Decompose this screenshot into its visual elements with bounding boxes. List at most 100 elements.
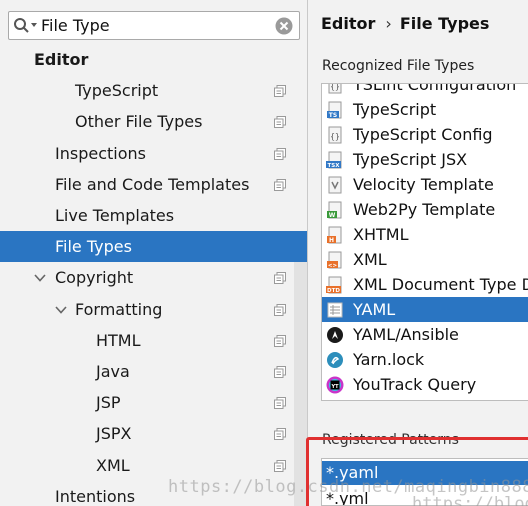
tree-item-file-types[interactable]: File Types	[0, 231, 307, 263]
registered-patterns-list[interactable]: *.yaml *.yml	[321, 458, 528, 506]
tree-item-live-templates[interactable]: Live Templates	[0, 200, 307, 231]
chevron-down-icon[interactable]	[55, 304, 67, 316]
file-type-item[interactable]: YAML	[322, 297, 528, 322]
file-type-item[interactable]: TSX TypeScript JSX	[322, 147, 528, 172]
file-type-item[interactable]: Yarn.lock	[322, 347, 528, 372]
yarn-icon	[327, 352, 343, 368]
clear-search-icon[interactable]	[275, 17, 293, 35]
ansible-icon	[327, 327, 343, 343]
tree-item-label: JSPX	[96, 424, 132, 444]
svg-text:H: H	[329, 237, 334, 244]
tree-item-label: Live Templates	[55, 206, 175, 225]
file-type-name: Velocity Template	[353, 175, 494, 194]
tree-item-label: Formatting	[75, 299, 163, 319]
tree-item-label: XML	[96, 455, 130, 475]
file-type-name: TypeScript Config	[353, 125, 493, 144]
yaml-icon	[327, 302, 343, 318]
file-type-item[interactable]: {} TypeScript Config	[322, 122, 528, 147]
project-settings-icon	[274, 272, 286, 285]
tree-item-jsp[interactable]: JSP	[0, 387, 307, 418]
project-settings-icon	[274, 428, 286, 441]
pattern-item[interactable]: *.yml	[322, 487, 528, 505]
youtrack-icon: YT	[326, 376, 344, 394]
svg-text:YT: YT	[330, 384, 339, 390]
dtd-icon: DTD	[326, 276, 342, 294]
file-type-item[interactable]: <> XML	[322, 247, 528, 272]
xml-icon: <>	[327, 251, 342, 269]
tree-item-java[interactable]: Java	[0, 356, 307, 387]
tree-item-label: Intentions	[55, 486, 136, 506]
file-type-name: XHTML	[353, 225, 409, 244]
tree-item-file-and-code-templates[interactable]: File and Code Templates	[0, 169, 307, 200]
project-settings-icon	[274, 397, 286, 410]
tree-item-typescript[interactable]: TypeScript	[0, 75, 307, 106]
tree-item-label: JSP	[96, 393, 121, 413]
file-type-item[interactable]: YT YouTrack Query	[322, 372, 528, 397]
project-settings-icon	[274, 303, 286, 316]
typescript-config-icon: {}	[328, 126, 342, 144]
tree-item-inspections[interactable]: Inspections	[0, 138, 307, 169]
tree-item-label: HTML	[96, 330, 141, 350]
recognized-file-types-list[interactable]: {} TSLint Configuration TS TypeScript {} Type…	[321, 83, 528, 401]
pattern-item[interactable]: *.yaml	[322, 461, 528, 485]
file-types-panel: Editor › File Types Recognized File Types …	[309, 0, 528, 506]
tree-item-label: Copyright	[55, 268, 134, 288]
file-type-item[interactable]: TS TypeScript	[322, 97, 528, 122]
tree-item-xml[interactable]: XML	[0, 450, 307, 481]
tree-item-formatting[interactable]: Formatting	[0, 294, 307, 325]
chevron-down-icon[interactable]	[34, 272, 46, 284]
svg-text:{}: {}	[330, 83, 340, 91]
svg-text:TSX: TSX	[328, 163, 341, 169]
tree-scrollbar[interactable]	[294, 262, 307, 506]
file-type-item[interactable]: {} TSLint Configuration	[322, 83, 528, 97]
tslint-config-icon: {}	[328, 83, 342, 94]
file-type-item[interactable]: W Web2Py Template	[322, 197, 528, 222]
breadcrumb-current: File Types	[399, 14, 490, 33]
tree-item-intentions[interactable]: Intentions	[0, 481, 307, 506]
file-type-name: YAML	[353, 300, 396, 319]
search-box[interactable]	[8, 11, 300, 40]
project-settings-icon	[274, 366, 286, 378]
file-type-name: Yarn.lock	[353, 350, 425, 369]
tree-item-label: Java	[96, 362, 130, 381]
settings-tree-pane: Editor TypeScript Other File Types Inspecti…	[0, 0, 308, 506]
breadcrumb: Editor › File Types	[321, 14, 489, 33]
recognized-file-types-label: Recognized File Types	[322, 58, 475, 74]
search-icon[interactable]	[13, 17, 39, 35]
file-type-item[interactable]: Velocity Template	[322, 172, 528, 197]
tree-item-label: Editor	[34, 50, 89, 69]
file-type-name: TSLint Configuration	[353, 83, 517, 94]
file-type-name: YouTrack Query	[353, 375, 477, 394]
tree-item-other-file-types[interactable]: Other File Types	[0, 106, 307, 137]
search-input[interactable]	[41, 15, 271, 36]
tree-item-label: File Types	[55, 237, 132, 257]
project-settings-icon	[274, 147, 286, 160]
file-type-item[interactable]: YAML/Ansible	[322, 322, 528, 347]
file-type-name: XML Document Type Definition	[353, 275, 528, 294]
project-settings-icon	[274, 334, 286, 347]
svg-text:W: W	[329, 212, 336, 219]
svg-text:TS: TS	[329, 112, 337, 119]
file-type-item[interactable]: DTD XML Document Type Definition	[322, 272, 528, 297]
tsx-icon: TSX	[326, 151, 342, 169]
breadcrumb-separator: ›	[385, 14, 392, 33]
velocity-icon	[328, 176, 342, 194]
tree-item-label: TypeScript	[75, 81, 159, 101]
tree-item-copyright[interactable]: Copyright	[0, 262, 307, 293]
typescript-icon: TS	[327, 101, 342, 119]
tree-item-jspx[interactable]: JSPX	[0, 418, 307, 449]
file-type-item[interactable]: H XHTML	[322, 222, 528, 247]
svg-text:DTD: DTD	[327, 288, 340, 294]
tree-item-label: Other File Types	[75, 112, 203, 132]
tree-item-html[interactable]: HTML	[0, 325, 307, 356]
svg-text:<>: <>	[328, 263, 338, 269]
project-settings-icon	[274, 85, 286, 98]
project-settings-icon	[274, 459, 286, 472]
xhtml-icon: H	[327, 226, 342, 244]
breadcrumb-parent[interactable]: Editor	[321, 14, 375, 33]
tree-item-editor[interactable]: Editor	[0, 44, 307, 75]
file-type-name: Web2Py Template	[353, 200, 496, 219]
file-type-name: TypeScript	[353, 100, 437, 119]
registered-patterns-label: Registered Patterns	[322, 432, 459, 448]
project-settings-icon	[274, 178, 286, 191]
